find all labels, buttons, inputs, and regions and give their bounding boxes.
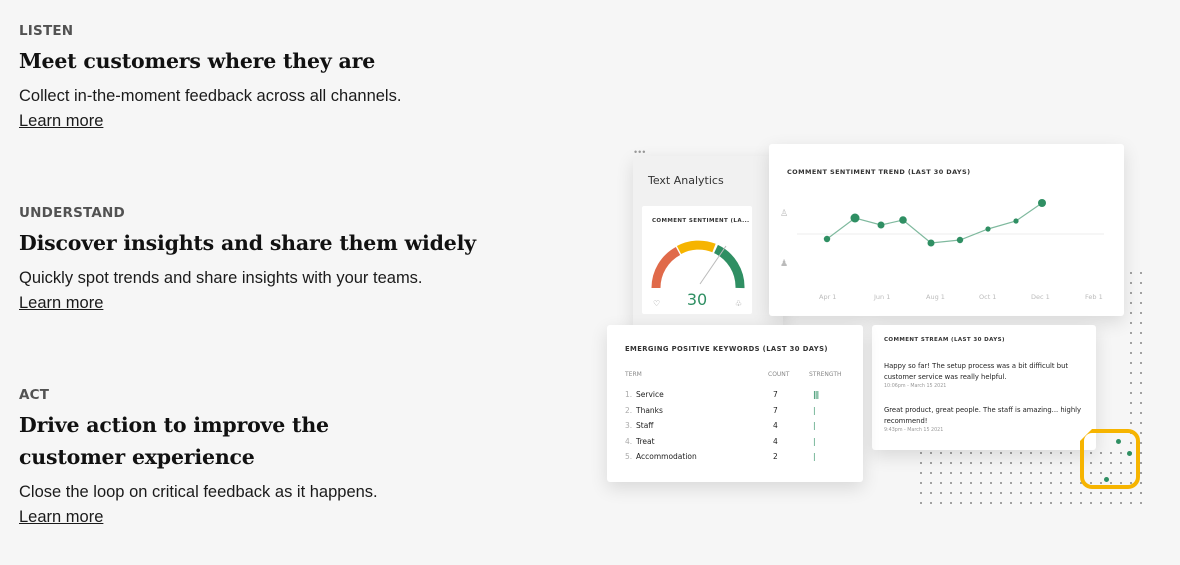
keywords-title: EMERGING POSITIVE KEYWORDS (LAST 30 DAYS…: [625, 345, 828, 353]
strength-bar: |||: [813, 390, 819, 399]
row-number: 3.: [625, 421, 633, 430]
section-heading: Discover insights and share them widely: [19, 231, 476, 255]
gauge-card: COMMENT SENTIMENT (LA... ♡ ♧ 30: [642, 206, 752, 314]
row-term: Accommodation: [636, 452, 697, 461]
stream-title: COMMENT STREAM (LAST 30 DAYS): [884, 337, 1005, 343]
x-tick-label: Dec 1: [1031, 293, 1050, 301]
comment-text: Happy so far! The setup process was a bi…: [884, 362, 1069, 381]
section-description: Close the loop on critical feedback as i…: [19, 483, 378, 501]
x-tick-label: Feb 1: [1085, 293, 1103, 301]
section-heading: Drive action to improve the customer exp…: [19, 413, 329, 469]
trend-chart: ♙ ♟: [780, 199, 1104, 269]
positive-keywords-card: EMERGING POSITIVE KEYWORDS (LAST 30 DAYS…: [607, 325, 863, 482]
comment-item: Great product, great people. The staff i…: [884, 405, 1084, 433]
strength-bar: |: [813, 452, 816, 461]
learn-more-link[interactable]: Learn more: [19, 112, 103, 131]
row-number: 5.: [625, 452, 633, 461]
section-eyebrow: LISTEN: [19, 23, 74, 39]
row-count: 4: [773, 436, 778, 446]
section-description: Quickly spot trends and share insights w…: [19, 269, 423, 287]
row-term: Treat: [636, 436, 655, 446]
comment-stream-card: COMMENT STREAM (LAST 30 DAYS) Happy so f…: [872, 325, 1096, 450]
row-term: Service: [636, 390, 664, 399]
x-tick-label: Jun 1: [874, 293, 891, 301]
comment-item: Happy so far! The setup process was a bi…: [884, 361, 1084, 389]
learn-more-link[interactable]: Learn more: [19, 294, 103, 313]
row-count: 4: [773, 421, 778, 430]
comment-time: 10:06pm - March 15 2021: [884, 384, 947, 389]
decorative-green-dot: [1127, 451, 1132, 456]
gauge-value: 30: [686, 290, 708, 309]
text-analytics-title: Text Analytics: [648, 174, 724, 187]
section-act: ACT Drive action to improve the customer…: [19, 387, 439, 527]
svg-text:♟: ♟: [780, 259, 788, 269]
col-term: TERM: [625, 371, 642, 378]
x-tick-label: Oct 1: [979, 293, 997, 301]
section-listen: LISTEN Meet customers where they are Col…: [19, 23, 479, 131]
comment-text: Great product, great people. The staff i…: [884, 406, 1082, 425]
section-eyebrow: UNDERSTAND: [19, 205, 125, 221]
row-number: 2.: [625, 405, 633, 415]
comment-time: 9:43pm - March 15 2021: [884, 428, 944, 433]
strength-bar: |: [813, 421, 816, 430]
row-count: 2: [773, 452, 778, 461]
strength-bar: |: [813, 436, 816, 446]
row-term: Thanks: [636, 405, 663, 415]
col-count: COUNT: [768, 371, 790, 378]
table-row: 4. Treat 4 |: [625, 437, 855, 449]
row-term: Staff: [636, 421, 654, 430]
x-tick-label: Apr 1: [819, 293, 837, 301]
decorative-yellow-frame: [1080, 429, 1140, 489]
sentiment-trend-card: COMMENT SENTIMENT TREND (LAST 30 DAYS) ♙…: [769, 144, 1124, 316]
svg-text:♙: ♙: [780, 209, 788, 219]
row-count: 7: [773, 390, 778, 399]
row-number: 4.: [625, 436, 633, 446]
row-count: 7: [773, 405, 778, 415]
section-eyebrow: ACT: [19, 387, 50, 403]
decorative-green-dot: [1116, 439, 1121, 444]
section-understand: UNDERSTAND Discover insights and share t…: [19, 205, 479, 313]
table-row: 3. Staff 4 |: [625, 421, 855, 433]
section-heading: Meet customers where they are: [19, 49, 376, 73]
section-description: Collect in-the-moment feedback across al…: [19, 87, 402, 105]
table-row: 1. Service 7 |||: [625, 390, 855, 402]
strength-bar: |: [813, 405, 816, 415]
col-strength: STRENGTH: [809, 371, 842, 378]
decorative-green-dot: [1104, 477, 1109, 482]
table-row: 5. Accommodation 2 |: [625, 452, 855, 464]
learn-more-link[interactable]: Learn more: [19, 508, 103, 527]
text-analytics-card: Text Analytics COMMENT SENTIMENT (LA... …: [633, 156, 783, 328]
row-number: 1.: [625, 390, 633, 399]
table-row: 2. Thanks 7 |: [625, 406, 855, 418]
x-tick-label: Aug 1: [926, 293, 945, 301]
